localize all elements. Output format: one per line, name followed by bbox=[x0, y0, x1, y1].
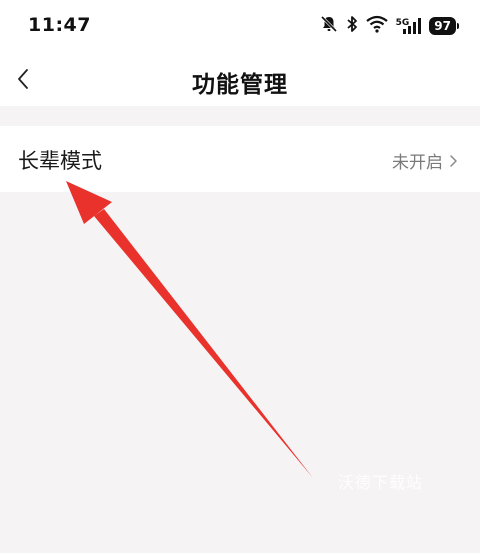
bluetooth-icon bbox=[346, 15, 358, 37]
status-bar: 11:47 5G 97 bbox=[0, 0, 480, 52]
status-time: 11:47 bbox=[28, 14, 91, 36]
page-title: 功能管理 bbox=[192, 72, 288, 98]
header: 功能管理 bbox=[0, 52, 480, 106]
bell-muted-icon bbox=[320, 15, 338, 37]
setting-row-elder-mode[interactable]: 长辈模式 未开启 bbox=[0, 126, 480, 192]
setting-value: 未开启 bbox=[392, 148, 458, 173]
setting-status-text: 未开启 bbox=[392, 153, 443, 173]
battery-icon: 97 bbox=[429, 17, 459, 35]
wifi-icon bbox=[365, 15, 388, 37]
watermark: 沃德下载站 bbox=[338, 473, 424, 492]
network-type: 5G bbox=[395, 18, 410, 28]
chevron-right-icon bbox=[450, 154, 457, 167]
setting-label: 长辈模式 bbox=[18, 149, 102, 173]
cellular-signal-icon: 5G bbox=[396, 17, 422, 35]
status-icons: 5G 97 bbox=[320, 14, 459, 38]
